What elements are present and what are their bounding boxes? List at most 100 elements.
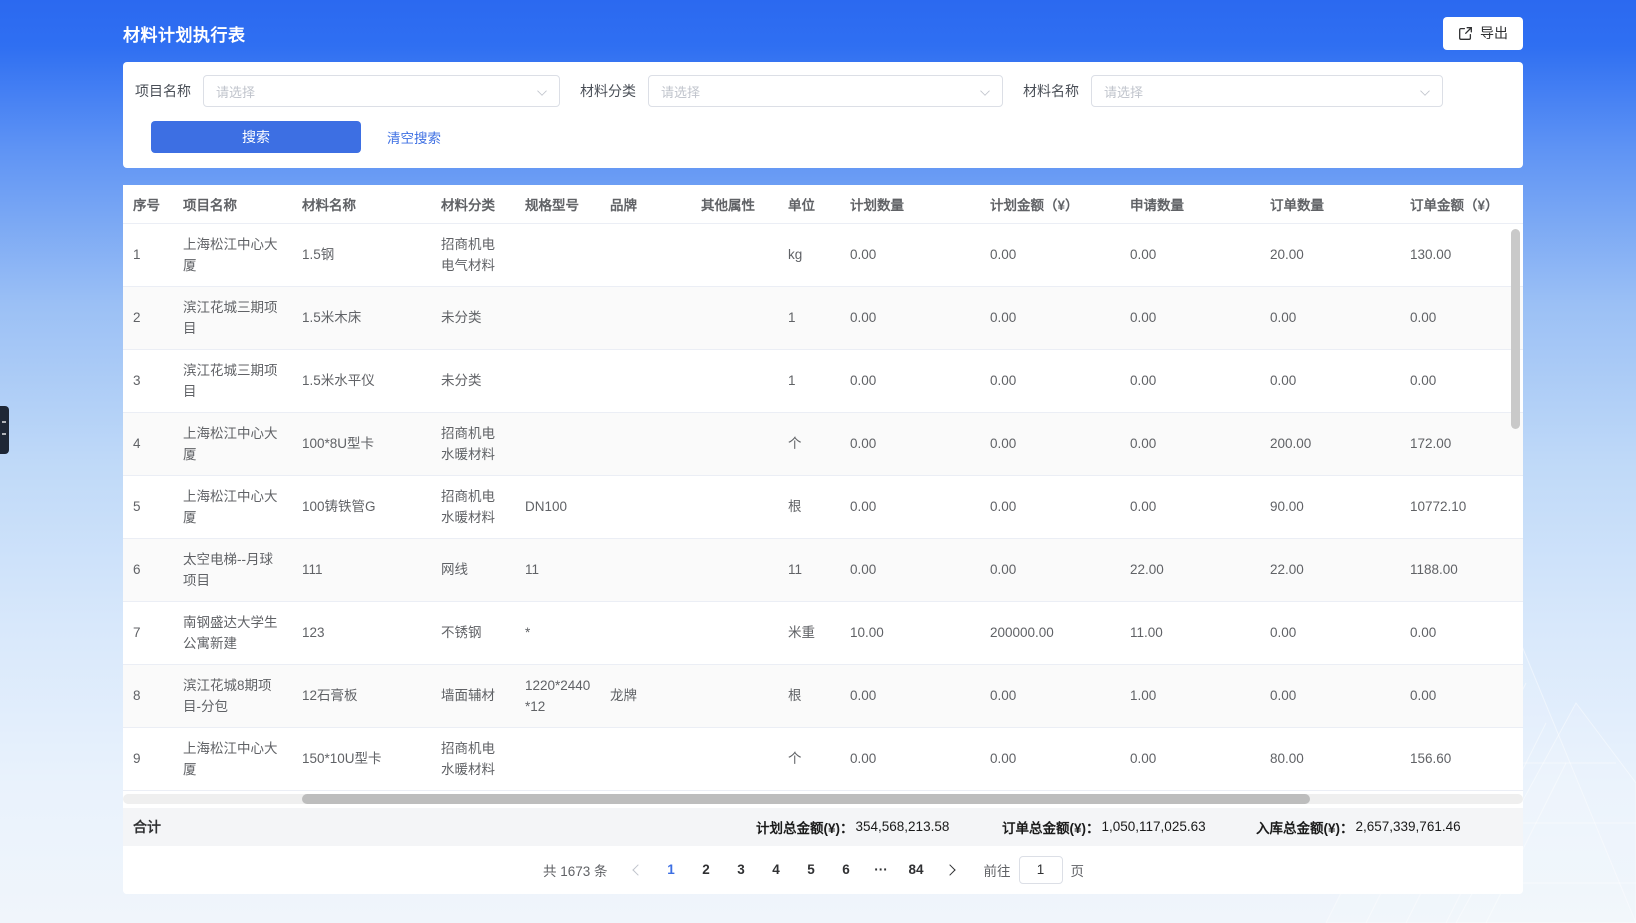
column-header-material-category: 材料分类 (431, 185, 515, 223)
cell-material-name: 123 (292, 601, 431, 664)
cell-index: 4 (123, 412, 173, 475)
table-row: 2滨江花城三期项目1.5米木床未分类10.000.000.000.000.00 (123, 286, 1523, 349)
page-ellipsis[interactable]: ··· (864, 856, 899, 884)
page-number-84[interactable]: 84 (899, 856, 934, 884)
project-name-select[interactable]: 请选择 (203, 75, 560, 107)
cell-planned-qty: 0.00 (840, 286, 980, 349)
cell-applied-qty: 0.00 (1120, 412, 1260, 475)
totals-row: 合计 计划总金额(¥)：354,568,213.58 订单总金额(¥)：1,05… (123, 808, 1523, 846)
previous-page-button[interactable] (622, 856, 654, 884)
cell-index: 9 (123, 727, 173, 790)
cell-project-name: 上海松江中心大厦 (173, 727, 292, 790)
cell-spec-model (515, 727, 600, 790)
page-number-5[interactable]: 5 (794, 856, 829, 884)
cell-brand (600, 412, 691, 475)
cell-other-attrs (691, 349, 778, 412)
cell-unit: 根 (778, 475, 840, 538)
cell-other-attrs (691, 727, 778, 790)
cell-project-name: 南钢盛达大学生公寓新建 (173, 601, 292, 664)
cell-material-category: 招商机电水暖材料 (431, 412, 515, 475)
horizontal-scrollbar-track[interactable] (123, 794, 1523, 804)
column-header-other-attrs: 其他属性 (691, 185, 778, 223)
cell-order-amount: 130.00 (1400, 223, 1523, 286)
cell-brand (600, 349, 691, 412)
cell-other-attrs (691, 538, 778, 601)
order-total-value: 1,050,117,025.63 (1102, 819, 1206, 834)
cell-order-qty: 0.00 (1260, 286, 1400, 349)
horizontal-scrollbar-thumb[interactable] (302, 794, 1310, 804)
vertical-scrollbar-thumb[interactable] (1511, 229, 1520, 429)
column-header-applied-qty: 申请数量 (1120, 185, 1260, 223)
cell-project-name: 太空电梯--月球项目 (173, 538, 292, 601)
cell-material-category: 招商机电水暖材料 (431, 727, 515, 790)
table-row: 5上海松江中心大厦100铸铁管G招商机电水暖材料DN100根0.000.000.… (123, 475, 1523, 538)
cell-unit: 1 (778, 286, 840, 349)
cell-spec-model (515, 412, 600, 475)
cell-project-name: 上海松江中心大厦 (173, 475, 292, 538)
material-name-select[interactable]: 请选择 (1091, 75, 1443, 107)
cell-spec-model (515, 286, 600, 349)
cell-planned-amount: 0.00 (980, 286, 1120, 349)
cell-material-name: 150*10U型卡 (292, 727, 431, 790)
page-number-3[interactable]: 3 (724, 856, 759, 884)
cell-brand: 龙牌 (600, 664, 691, 727)
column-header-brand: 品牌 (600, 185, 691, 223)
cell-other-attrs (691, 664, 778, 727)
page-number-list: 123456···84 (654, 856, 934, 884)
cell-applied-qty: 0.00 (1120, 349, 1260, 412)
side-drawer-handle[interactable] (0, 406, 9, 454)
column-header-planned-qty: 计划数量 (840, 185, 980, 223)
drawer-handle-mark (2, 433, 6, 435)
cell-spec-model: 1220*2440*12 (515, 664, 600, 727)
search-button[interactable]: 搜索 (151, 121, 361, 153)
cell-unit: kg (778, 223, 840, 286)
clear-search-link[interactable]: 清空搜索 (387, 127, 441, 147)
page-number-2[interactable]: 2 (689, 856, 724, 884)
table-header-row: 序号项目名称材料名称材料分类规格型号品牌其他属性单位计划数量计划金额（¥）申请数… (123, 185, 1523, 223)
materials-table: 序号项目名称材料名称材料分类规格型号品牌其他属性单位计划数量计划金额（¥）申请数… (123, 185, 1523, 791)
filter-panel: 项目名称 请选择 材料分类 请选择 材料名称 请选择 (123, 62, 1523, 168)
cell-planned-amount: 0.00 (980, 538, 1120, 601)
column-header-project-name: 项目名称 (173, 185, 292, 223)
cell-index: 3 (123, 349, 173, 412)
page-number-6[interactable]: 6 (829, 856, 864, 884)
table-row: 3滨江花城三期项目1.5米水平仪未分类10.000.000.000.000.00 (123, 349, 1523, 412)
cell-project-name: 滨江花城8期项目-分包 (173, 664, 292, 727)
cell-material-category: 不锈钢 (431, 601, 515, 664)
cell-project-name: 上海松江中心大厦 (173, 412, 292, 475)
column-header-spec-model: 规格型号 (515, 185, 600, 223)
cell-spec-model: DN100 (515, 475, 600, 538)
column-header-material-name: 材料名称 (292, 185, 431, 223)
page-number-4[interactable]: 4 (759, 856, 794, 884)
goto-page-input[interactable] (1019, 856, 1063, 884)
cell-planned-qty: 0.00 (840, 727, 980, 790)
cell-order-amount: 0.00 (1400, 664, 1523, 727)
cell-index: 6 (123, 538, 173, 601)
goto-label: 前往 (984, 860, 1011, 880)
material-category-select[interactable]: 请选择 (648, 75, 1003, 107)
filter-group-project: 项目名称 请选择 (135, 75, 560, 107)
table-row: 1上海松江中心大厦1.5钢招商机电电气材料kg0.000.000.0020.00… (123, 223, 1523, 286)
filter-group-category: 材料分类 请选择 (580, 75, 1003, 107)
cell-planned-amount: 0.00 (980, 223, 1120, 286)
cell-material-category: 未分类 (431, 286, 515, 349)
cell-planned-amount: 0.00 (980, 664, 1120, 727)
export-button[interactable]: 导出 (1443, 17, 1523, 50)
cell-other-attrs (691, 475, 778, 538)
cell-unit: 11 (778, 538, 840, 601)
page-header: 材料计划执行表 导出 (123, 0, 1523, 62)
planned-total-label: 计划总金额(¥)： (756, 817, 854, 837)
cell-brand (600, 538, 691, 601)
cell-planned-qty: 0.00 (840, 223, 980, 286)
cell-project-name: 滨江花城三期项目 (173, 349, 292, 412)
next-page-button[interactable] (934, 856, 966, 884)
chevron-down-icon (980, 86, 990, 96)
cell-planned-qty: 0.00 (840, 538, 980, 601)
totals-label: 合计 (133, 817, 161, 837)
table-row: 4上海松江中心大厦100*8U型卡招商机电水暖材料个0.000.000.0020… (123, 412, 1523, 475)
chevron-down-icon (537, 86, 547, 96)
column-header-unit: 单位 (778, 185, 840, 223)
page-title: 材料计划执行表 (123, 21, 246, 46)
page-number-1[interactable]: 1 (654, 856, 689, 884)
column-header-index: 序号 (123, 185, 173, 223)
